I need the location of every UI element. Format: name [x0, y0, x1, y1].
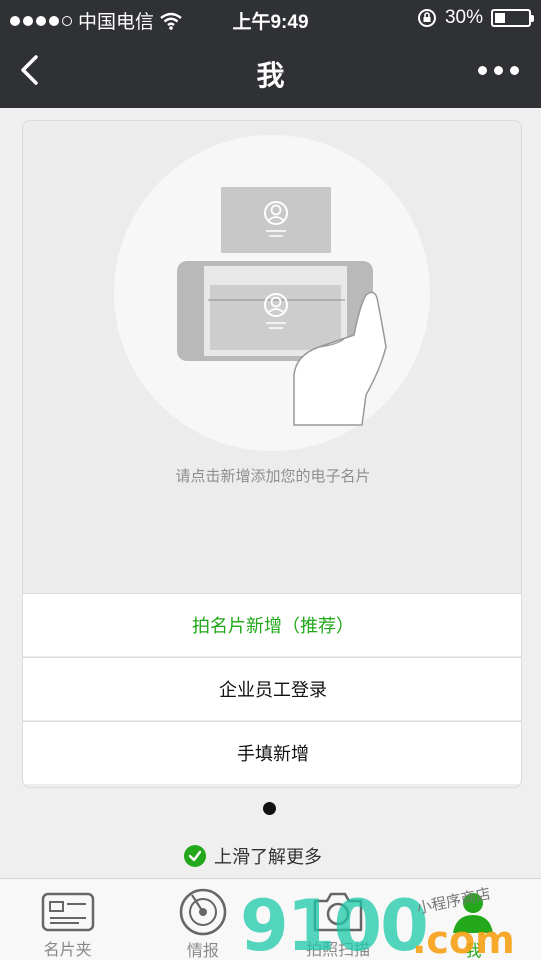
empty-hint: 请点击新增添加您的电子名片	[175, 468, 371, 485]
status-right: 30%	[417, 7, 534, 29]
scan-card-add-button[interactable]: 拍名片新增（推荐）	[23, 593, 521, 656]
watermark-logo: 9100	[240, 885, 429, 960]
phone-scan-illustration	[177, 187, 387, 426]
radar-icon	[179, 888, 227, 936]
rotation-lock-icon	[417, 9, 436, 27]
tab-card-holder[interactable]: 名片夹	[0, 879, 135, 960]
card-illustration	[114, 135, 430, 451]
check-icon	[184, 845, 206, 867]
manual-add-button[interactable]: 手填新增	[23, 721, 521, 784]
tab-label: 情报	[186, 943, 219, 960]
page-indicator-dot	[263, 802, 276, 815]
nav-bar: 我	[0, 36, 541, 108]
more-dots-icon[interactable]	[478, 66, 519, 75]
battery-percent: 30%	[444, 7, 483, 28]
tab-label: 名片夹	[43, 942, 92, 959]
card-panel: 请点击新增添加您的电子名片 拍名片新增（推荐） 企业员工登录 手填新增	[22, 120, 522, 788]
status-bar: 中国电信 上午9:49 30%	[0, 0, 541, 36]
enterprise-login-button[interactable]: 企业员工登录	[23, 657, 521, 720]
card-holder-icon	[41, 892, 94, 931]
battery-icon	[491, 9, 534, 27]
swipe-more-hint[interactable]: 上滑了解更多	[184, 843, 322, 869]
watermark-domain: .com	[412, 918, 515, 960]
page-title: 我	[256, 60, 285, 91]
swipe-more-label: 上滑了解更多	[214, 847, 322, 867]
